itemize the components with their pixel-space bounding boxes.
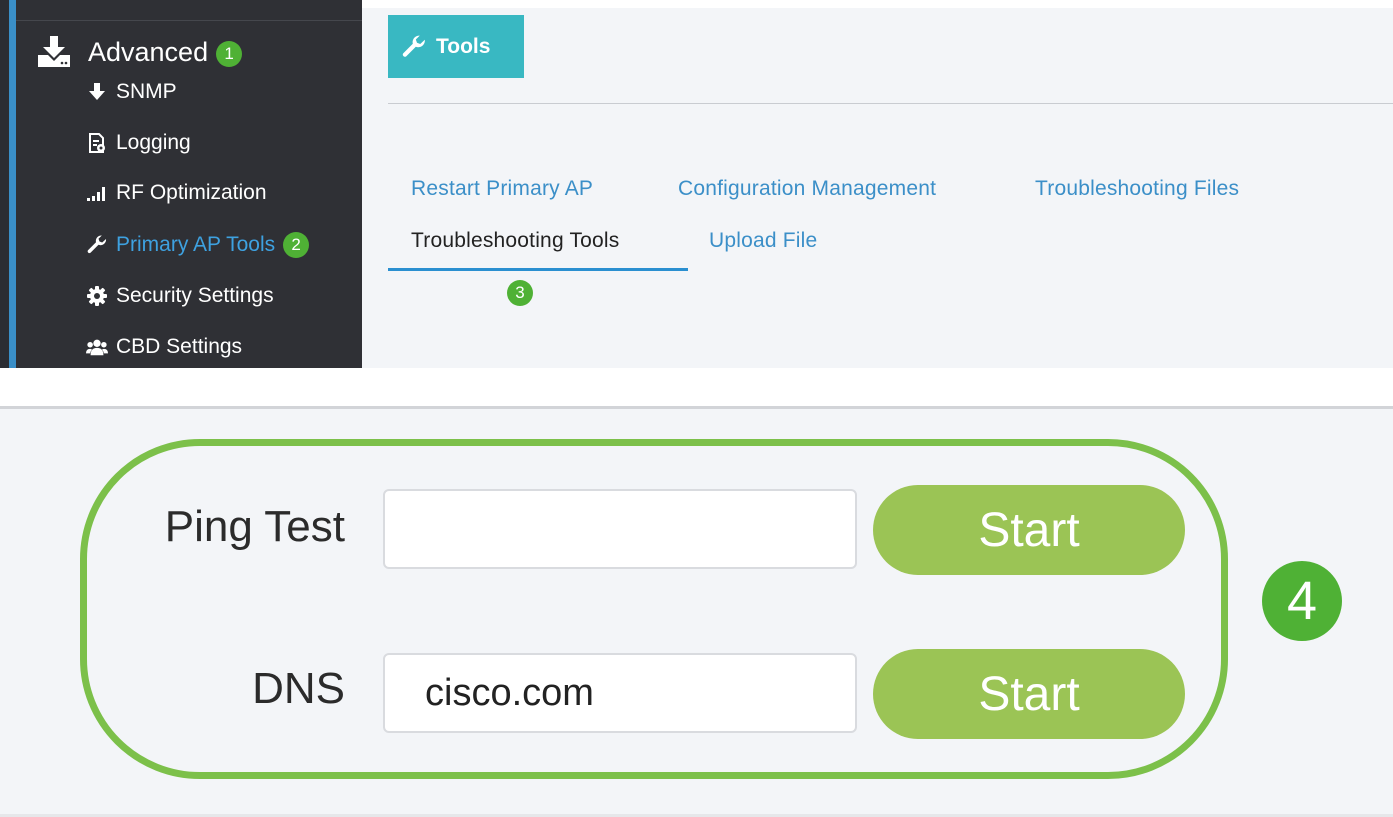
top-panel: Advanced 1 SNMP Logging RF Optimization (0, 0, 1393, 368)
content-top-strip (362, 0, 1393, 8)
tools-header-label: Tools (436, 34, 491, 58)
tools-header-button[interactable]: Tools (388, 15, 524, 78)
wrench-icon (86, 235, 108, 255)
gear-icon (86, 286, 108, 306)
arrow-down-icon (86, 83, 108, 101)
ping-test-input[interactable] (383, 489, 857, 569)
ping-test-label: Ping Test (164, 502, 345, 551)
sidebar-item-rf-optimization[interactable]: RF Optimization (86, 177, 267, 209)
users-icon (86, 338, 108, 356)
header-divider (388, 103, 1393, 104)
active-tab-underline (388, 268, 688, 271)
step-badge-2: 2 (283, 232, 310, 258)
sidebar-edge (0, 0, 9, 368)
sidebar-item-label: SNMP (116, 80, 177, 103)
wrench-icon (402, 35, 426, 59)
sidebar: Advanced 1 SNMP Logging RF Optimization (0, 0, 362, 368)
sidebar-divider (16, 20, 362, 21)
step-badge-4: 4 (1262, 561, 1342, 641)
tab-restart-primary-ap[interactable]: Restart Primary AP (411, 177, 593, 201)
step-badge-3: 3 (507, 280, 533, 306)
main-content: Tools Restart Primary AP Configuration M… (362, 0, 1393, 368)
sidebar-section-label: Advanced (88, 36, 209, 67)
sidebar-item-label: Security Settings (116, 284, 274, 307)
bottom-top-gap (0, 368, 1393, 406)
download-icon (36, 36, 72, 68)
sidebar-item-label: CBD Settings (116, 335, 243, 358)
sidebar-accent-bar (9, 0, 16, 368)
signal-bars-icon (86, 185, 108, 201)
tab-troubleshooting-tools[interactable]: Troubleshooting Tools (411, 229, 620, 253)
step-badge-1: 1 (216, 41, 243, 67)
sidebar-item-snmp[interactable]: SNMP (86, 76, 177, 108)
ping-start-button[interactable]: Start (873, 485, 1185, 575)
sidebar-item-label: RF Optimization (116, 181, 267, 204)
sidebar-item-label: Logging (116, 131, 191, 154)
tab-upload-file[interactable]: Upload File (709, 229, 817, 253)
sidebar-item-primary-ap-tools[interactable]: Primary AP Tools 2 (86, 229, 310, 261)
sidebar-item-label: Primary AP Tools (116, 233, 276, 256)
dns-input[interactable]: cisco.com (383, 653, 857, 733)
dns-label: DNS (252, 664, 345, 713)
sidebar-item-logging[interactable]: Logging (86, 127, 191, 159)
sidebar-section-advanced[interactable]: Advanced 1 (36, 32, 243, 72)
file-gear-icon (86, 133, 108, 153)
sidebar-item-security-settings[interactable]: Security Settings (86, 280, 274, 312)
tab-configuration-management[interactable]: Configuration Management (678, 177, 936, 201)
dns-start-button[interactable]: Start (873, 649, 1185, 739)
tab-troubleshooting-files[interactable]: Troubleshooting Files (1035, 177, 1239, 201)
sidebar-item-cbd-settings[interactable]: CBD Settings (86, 331, 242, 363)
bottom-divider (0, 406, 1393, 409)
